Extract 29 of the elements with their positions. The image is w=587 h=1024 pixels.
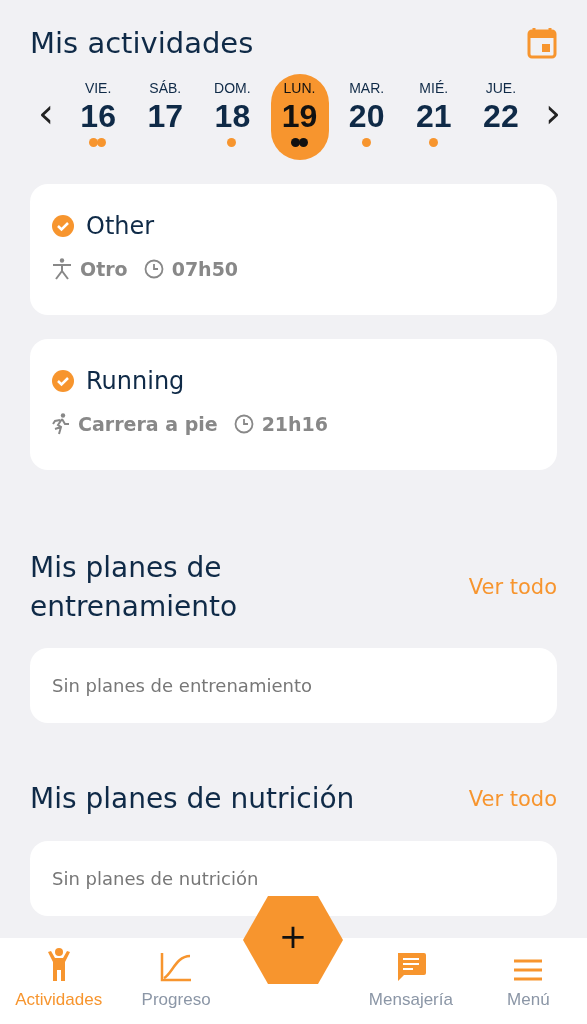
empty-message: Sin planes de nutrición: [52, 867, 259, 889]
chart-icon: [160, 952, 193, 982]
day-button[interactable]: JUE. 22: [471, 74, 530, 160]
stretching-figure-icon: [52, 258, 72, 280]
next-week-button[interactable]: ›: [539, 93, 567, 133]
empty-message: Sin planes de entrenamiento: [52, 675, 312, 697]
day-button[interactable]: MAR. 20: [337, 74, 396, 160]
activity-title: Other: [86, 212, 155, 240]
activity-title: Running: [86, 367, 185, 395]
clock-icon: [233, 414, 254, 434]
runner-icon: [52, 413, 70, 435]
day-button[interactable]: LUN. 19: [270, 74, 329, 160]
activity-card[interactable]: Running Carrera a pie 21h16: [30, 339, 557, 470]
sport-label: Carrera a pie: [78, 413, 218, 435]
previous-week-button[interactable]: ‹: [32, 93, 60, 133]
page-title: Mis actividades: [30, 26, 254, 60]
duration-label: 21h16: [261, 413, 329, 435]
section-title: Mis planes de entrenamiento: [30, 550, 239, 626]
activity-card[interactable]: Other Otro 07h50: [30, 184, 557, 315]
calendar-icon[interactable]: [527, 27, 557, 59]
menu-icon: [513, 958, 544, 982]
day-button[interactable]: SÁB. 17: [136, 74, 195, 160]
clock-icon: [143, 259, 164, 279]
day-button[interactable]: MIÉ. 21: [404, 74, 463, 160]
duration-label: 07h50: [171, 258, 239, 280]
day-button[interactable]: VIE. 16: [69, 74, 128, 160]
sport-label: Otro: [80, 258, 128, 280]
section-title: Mis planes de nutrición: [30, 781, 355, 818]
day-button[interactable]: DOM. 18: [203, 74, 262, 160]
